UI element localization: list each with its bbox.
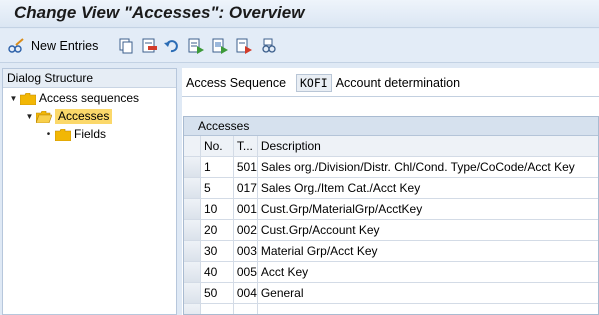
row-selector[interactable] [184,178,201,198]
table-header-row: No. T... Description [184,136,598,157]
table-title: Accesses [184,117,598,136]
application-toolbar: New Entries [0,29,599,63]
table-row-empty[interactable] [184,304,598,314]
glasses-pencil-icon [8,38,24,53]
cell-description: Cust.Grp/Account Key [260,223,380,237]
dialog-structure-panel: Dialog Structure ▼ Access sequences ▼ Ac… [2,68,177,315]
row-selector[interactable] [184,304,201,314]
cell-description: Cust.Grp/MaterialGrp/AcctKey [260,202,423,216]
row-selector[interactable] [184,199,201,219]
folder-icon [55,128,71,141]
copy-button[interactable] [117,36,135,56]
delete-icon [142,38,157,53]
cell-table[interactable]: 017 [234,178,258,198]
row-selector[interactable] [184,262,201,282]
select-all-column-header[interactable] [184,136,201,156]
table-row[interactable]: 20 002 Cust.Grp/Account Key [184,220,598,241]
cell-no[interactable] [201,304,234,314]
column-header-table[interactable]: T... [234,136,258,156]
cell-no[interactable]: 1 [201,157,234,177]
table-row[interactable]: 5 017 Sales Org./Item Cat./Acct Key [184,178,598,199]
cell-table[interactable]: 002 [234,220,258,240]
cell-no[interactable]: 50 [201,283,234,303]
row-selector[interactable] [184,157,201,177]
cell-description: General [260,286,304,300]
access-sequence-description: Account determination [335,76,461,90]
select-all-icon [188,38,204,54]
row-selector[interactable] [184,283,201,303]
select-block-icon [212,38,228,54]
new-entries-button[interactable]: New Entries [8,36,98,56]
cell-no[interactable]: 20 [201,220,234,240]
new-entries-label: New Entries [31,39,99,53]
expand-arrow-icon[interactable]: ▼ [9,94,18,103]
folder-icon [20,92,36,105]
cell-no[interactable]: 10 [201,199,234,219]
tree-node-access-sequences[interactable]: ▼ Access sequences [9,90,140,107]
cell-table[interactable]: 004 [234,283,258,303]
deselect-all-icon [236,38,252,54]
tree-node-label: Fields [74,127,107,141]
access-sequence-label: Access Sequence [186,76,287,90]
table-row[interactable]: 50 004 General [184,283,598,304]
table-row[interactable]: 10 001 Cust.Grp/MaterialGrp/AcctKey [184,199,598,220]
access-sequence-row: Access Sequence KOFI Account determinati… [186,73,460,93]
deselect-all-button[interactable] [235,36,253,56]
cell-table[interactable]: 001 [234,199,258,219]
print-button[interactable] [260,36,278,56]
table-row[interactable]: 1 501 Sales org./Division/Distr. Chl/Con… [184,157,598,178]
delete-button[interactable] [140,36,158,56]
cell-description: Sales Org./Item Cat./Acct Key [260,181,421,195]
tree-node-accesses[interactable]: ▼ Accesses [25,108,113,125]
undo-button[interactable] [163,36,181,56]
page-title: Change View "Accesses": Overview [14,3,305,22]
cell-no[interactable]: 30 [201,241,234,261]
leaf-bullet-icon: • [46,129,51,140]
copy-icon [119,38,133,54]
tree-node-label: Access sequences [39,91,140,105]
cell-description: Material Grp/Acct Key [260,244,378,258]
open-folder-icon [36,110,52,123]
cell-table[interactable]: 501 [234,157,258,177]
select-block-button[interactable] [211,36,229,56]
cell-table[interactable]: 003 [234,241,258,261]
expand-arrow-icon[interactable]: ▼ [25,112,34,121]
print-icon [262,38,276,53]
column-header-no[interactable]: No. [201,136,234,156]
cell-no[interactable]: 5 [201,178,234,198]
undo-icon [164,40,178,53]
column-header-description[interactable]: Description [258,136,598,156]
title-bar: Change View "Accesses": Overview [0,0,599,28]
table-row[interactable]: 30 003 Material Grp/Acct Key [184,241,598,262]
cell-no[interactable]: 40 [201,262,234,282]
table-row[interactable]: 40 005 Acct Key [184,262,598,283]
tree-node-fields[interactable]: • Fields [44,126,106,143]
row-selector[interactable] [184,220,201,240]
row-selector[interactable] [184,241,201,261]
main-content: Access Sequence KOFI Account determinati… [182,68,599,315]
cell-description [258,304,598,314]
accesses-table: Accesses No. T... Description 1 501 Sale… [183,116,599,315]
cell-description: Sales org./Division/Distr. Chl/Cond. Typ… [260,160,575,174]
cell-description: Acct Key [260,265,309,279]
cell-table[interactable] [234,304,258,314]
divider [182,96,599,97]
dialog-structure-header: Dialog Structure [3,69,176,88]
tree-node-label: Accesses [55,109,113,124]
cell-table[interactable]: 005 [234,262,258,282]
access-sequence-field: KOFI [296,74,332,92]
select-all-button[interactable] [187,36,205,56]
